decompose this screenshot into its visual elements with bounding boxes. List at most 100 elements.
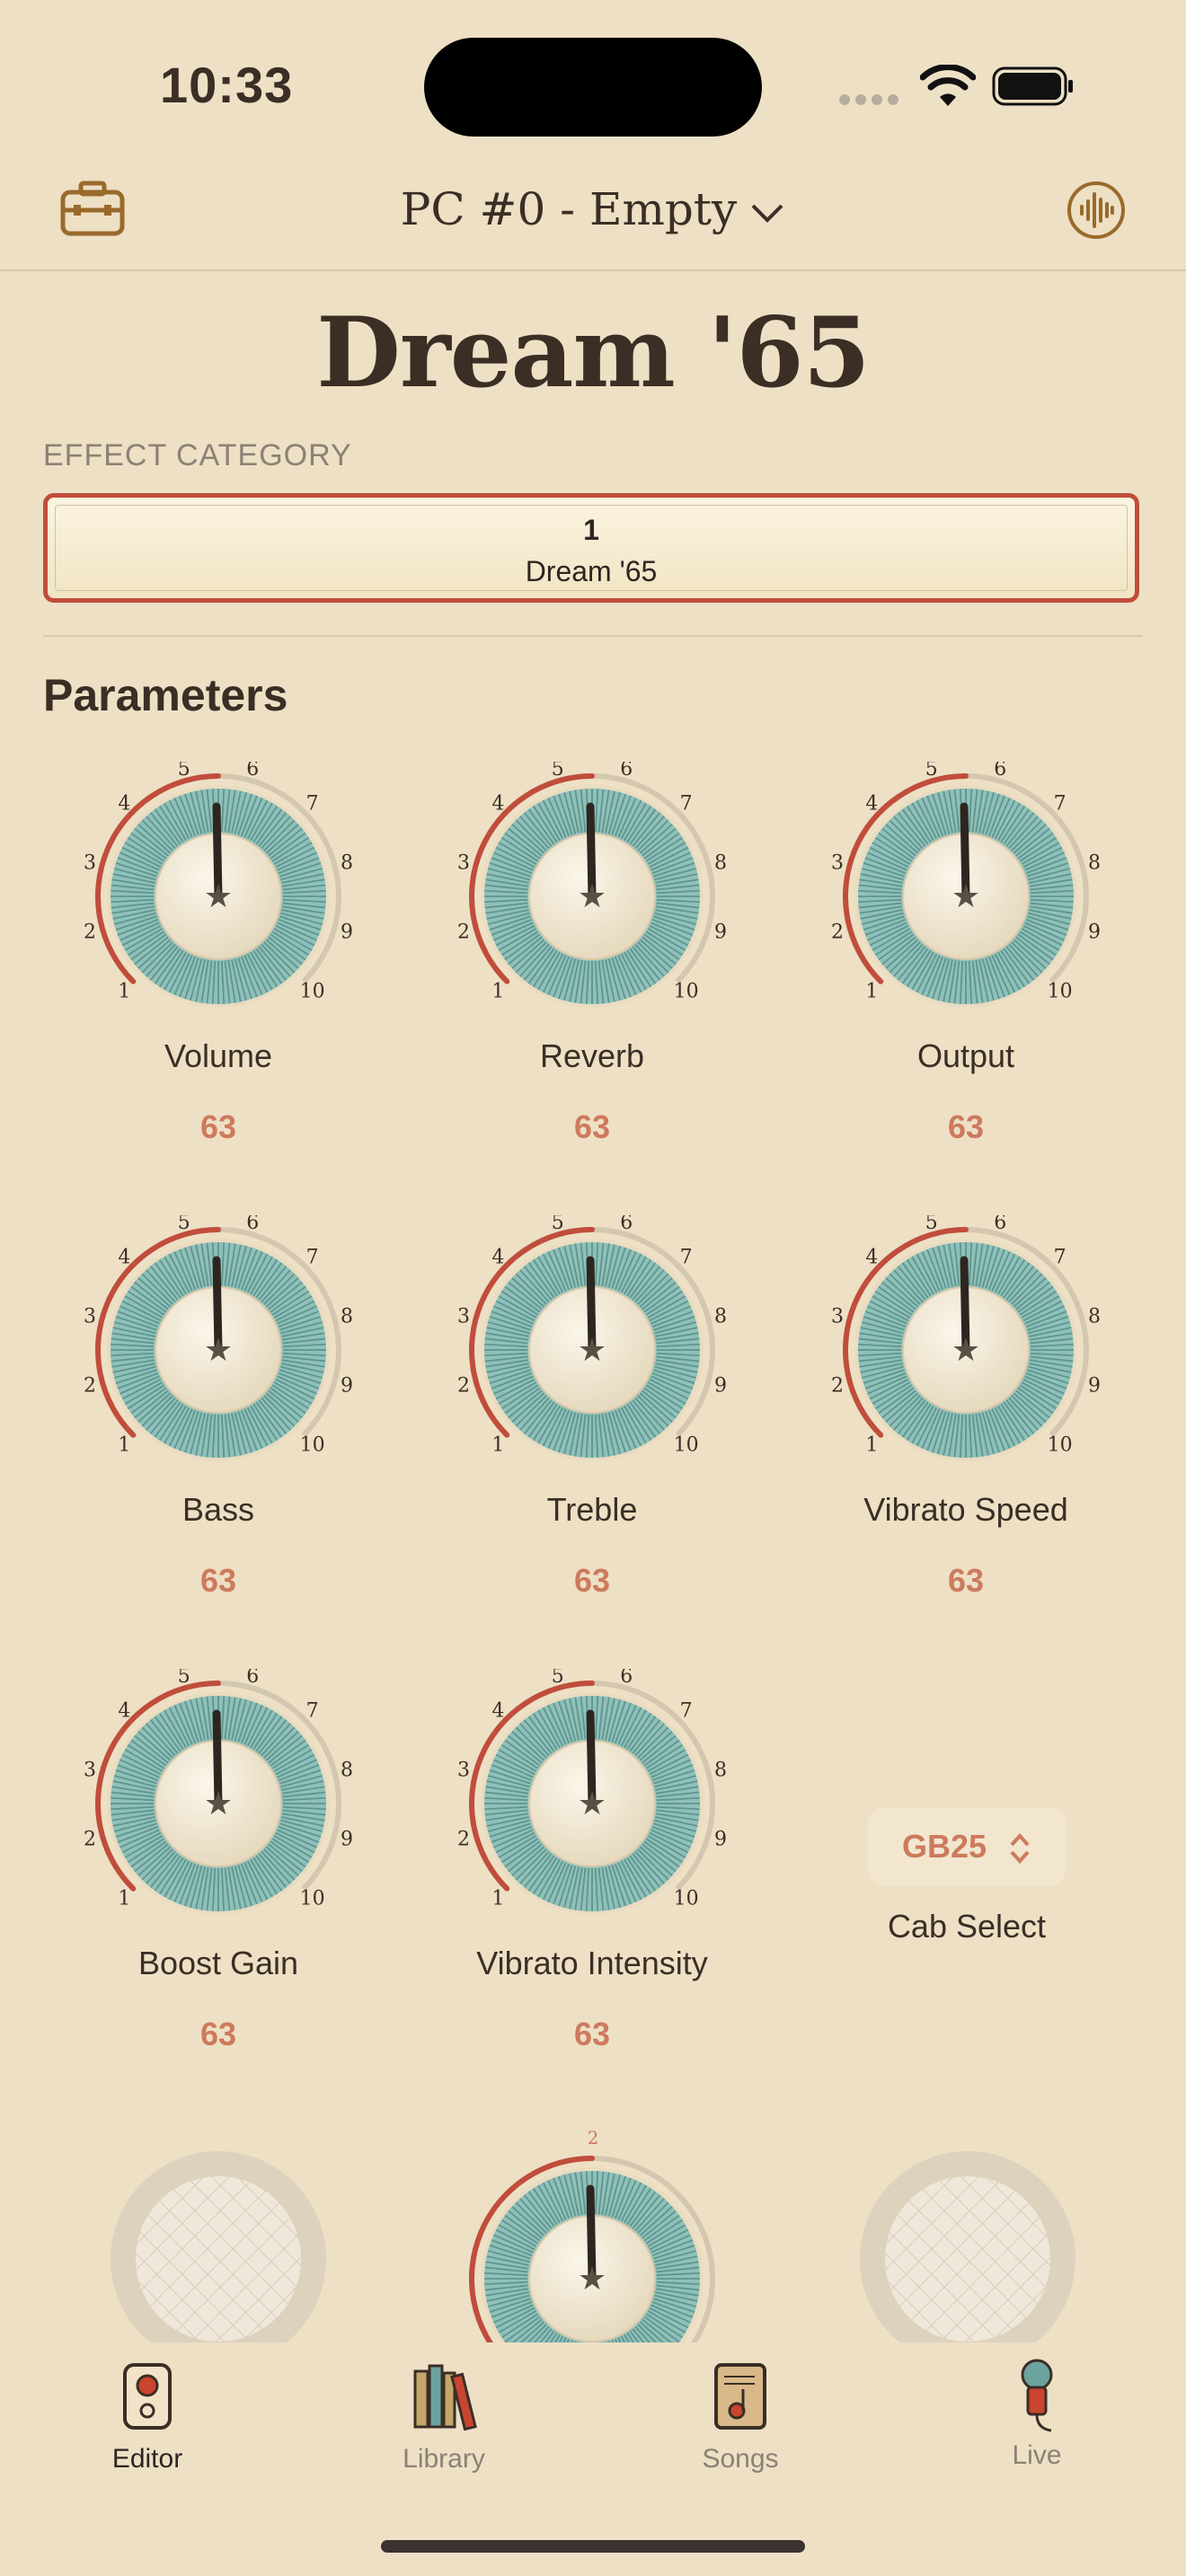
knob-scale-number: 5 bbox=[552, 1669, 564, 1688]
volume-knob[interactable]: ★ 1 2 3 4 5 6 7 8 9 10 bbox=[84, 762, 353, 1031]
knob-scale-number: 6 bbox=[620, 762, 633, 781]
preset-selector[interactable]: PC #0 - Empty bbox=[0, 183, 1186, 235]
knob-scale-number: 9 bbox=[1088, 1374, 1101, 1397]
knob-scale-number: 6 bbox=[994, 1215, 1006, 1234]
knob-scale-number: 6 bbox=[620, 1215, 633, 1234]
status-time: 10:33 bbox=[160, 57, 294, 113]
effect-category-selector[interactable]: 1 Dream '65 bbox=[43, 493, 1139, 603]
volume-value: 63 bbox=[199, 1108, 237, 1145]
svg-text:★: ★ bbox=[951, 1332, 980, 1369]
knob-scale-number: 4 bbox=[491, 1246, 504, 1268]
tab-editor-label: Editor bbox=[111, 2444, 183, 2474]
vibrato-intensity-knob[interactable]: ★ 1 2 3 4 5 6 7 8 9 10 bbox=[457, 1669, 727, 1938]
knob-scale-number: 4 bbox=[118, 1246, 130, 1268]
knob-scale-number: 1 bbox=[118, 1888, 130, 1910]
preset-title: PC #0 - Empty bbox=[400, 183, 738, 235]
knob-scale-number: 9 bbox=[1088, 921, 1101, 943]
tab-library[interactable]: Library bbox=[345, 2362, 543, 2475]
knob-scale-number: 10 bbox=[674, 981, 699, 1003]
knob-scale-number: 2 bbox=[831, 921, 844, 943]
knob-scale-number: 7 bbox=[680, 1699, 693, 1722]
output-knob[interactable]: ★ 1 2 3 4 5 6 7 8 9 10 bbox=[831, 762, 1101, 1031]
knob-scale-number: 3 bbox=[84, 852, 96, 875]
knob-scale-number: 9 bbox=[714, 1374, 727, 1397]
knob-scale-number: 4 bbox=[865, 1246, 878, 1268]
svg-text:★: ★ bbox=[578, 2261, 606, 2298]
battery-icon bbox=[992, 66, 1073, 106]
knob-scale-number: 10 bbox=[1048, 981, 1073, 1003]
knob-scale-number: 8 bbox=[1088, 1306, 1101, 1328]
boost-gain-knob[interactable]: ★ 1 2 3 4 5 6 7 8 9 10 bbox=[84, 1669, 353, 1938]
tab-live-label: Live bbox=[1012, 2440, 1062, 2470]
knob-scale-number: 1 bbox=[491, 981, 504, 1003]
amp-speaker-icon bbox=[123, 2363, 172, 2430]
knob-scale-number: 7 bbox=[306, 792, 319, 815]
knob-scale-number: 10 bbox=[300, 1434, 325, 1457]
speaker-grille-left[interactable] bbox=[106, 2147, 331, 2344]
song-sheet-icon bbox=[714, 2363, 766, 2430]
knob-scale-number: 3 bbox=[831, 1306, 844, 1328]
treble-knob[interactable]: ★ 1 2 3 4 5 6 7 8 9 10 bbox=[457, 1215, 727, 1485]
vibrato-speed-label: Vibrato Speed bbox=[863, 1491, 1068, 1528]
cab-select-value: GB25 bbox=[901, 1828, 987, 1865]
reverb-value: 63 bbox=[573, 1108, 611, 1145]
knob-scale-number: 4 bbox=[865, 792, 878, 815]
cellular-signal-icon bbox=[839, 93, 904, 110]
cab-select-picker[interactable]: GB25 bbox=[868, 1807, 1066, 1886]
knob-scale-number: 7 bbox=[306, 1699, 319, 1722]
knob-scale-number: 10 bbox=[1048, 1434, 1073, 1457]
knob-scale-number: 9 bbox=[341, 1828, 353, 1850]
knob-scale-number: 4 bbox=[491, 792, 504, 815]
knob-scale-number: 9 bbox=[714, 1828, 727, 1850]
knob-scale-number: 7 bbox=[306, 1246, 319, 1268]
section-divider bbox=[43, 635, 1143, 637]
knob-scale-number: 10 bbox=[674, 1888, 699, 1910]
knob-scale-number: 5 bbox=[552, 762, 564, 781]
boost-gain-label: Boost Gain bbox=[137, 1945, 299, 1981]
knob-scale-number: 4 bbox=[118, 792, 130, 815]
reverb-label: Reverb bbox=[539, 1037, 645, 1074]
knob-scale-number: 8 bbox=[1088, 852, 1101, 875]
svg-text:★: ★ bbox=[951, 878, 980, 915]
knob-scale-number: 9 bbox=[341, 921, 353, 943]
knob-scale-number: 8 bbox=[341, 852, 353, 875]
knob-scale-number: 2 bbox=[84, 921, 96, 943]
knob-scale-number: 10 bbox=[300, 981, 325, 1003]
knob-scale-number: 8 bbox=[714, 1760, 727, 1782]
knob-scale-number: 10 bbox=[674, 1434, 699, 1457]
effect-category-label: EFFECT CATEGORY bbox=[43, 438, 352, 472]
dynamic-island bbox=[424, 38, 762, 137]
navbar-divider bbox=[0, 269, 1186, 271]
speaker-grille-right[interactable] bbox=[855, 2147, 1080, 2344]
knob-scale-number: 6 bbox=[246, 762, 259, 781]
svg-text:★: ★ bbox=[204, 1332, 233, 1369]
audio-waveform-icon[interactable] bbox=[1066, 180, 1127, 241]
knob-scale-number: 1 bbox=[491, 1888, 504, 1910]
knob-scale-number: 2 bbox=[457, 921, 470, 943]
volume-label: Volume bbox=[164, 1037, 273, 1074]
knob-scale-number: 8 bbox=[714, 852, 727, 875]
home-indicator[interactable] bbox=[381, 2540, 805, 2553]
knob-scale-number: 5 bbox=[178, 1215, 190, 1234]
output-value: 63 bbox=[947, 1108, 985, 1145]
effect-category-number: 1 bbox=[583, 514, 599, 546]
knob-scale-number: 5 bbox=[925, 762, 938, 781]
svg-text:★: ★ bbox=[578, 1332, 606, 1369]
books-icon bbox=[413, 2364, 477, 2431]
output-label: Output bbox=[916, 1037, 1015, 1074]
knob-scale-number: 3 bbox=[84, 1760, 96, 1782]
reverb-knob[interactable]: ★ 1 2 3 4 5 6 7 8 9 10 bbox=[457, 762, 727, 1031]
knob-scale-number: 8 bbox=[341, 1760, 353, 1782]
bass-knob[interactable]: ★ 1 2 3 4 5 6 7 8 9 10 bbox=[84, 1215, 353, 1485]
knob-scale-number: 6 bbox=[246, 1215, 259, 1234]
knob-scale-number: 7 bbox=[1054, 1246, 1067, 1268]
vibrato-speed-knob[interactable]: ★ 1 2 3 4 5 6 7 8 9 10 bbox=[831, 1215, 1101, 1485]
knob-scale-number: 2 bbox=[457, 1374, 470, 1397]
tab-live[interactable]: Live bbox=[938, 2359, 1136, 2471]
knob-scale-number: 1 bbox=[118, 981, 130, 1003]
tab-editor[interactable]: Editor bbox=[49, 2362, 246, 2475]
svg-text:★: ★ bbox=[204, 878, 233, 915]
knob-scale-number: 7 bbox=[1054, 792, 1067, 815]
vibrato-speed-value: 63 bbox=[947, 1562, 985, 1599]
tab-songs[interactable]: Songs bbox=[642, 2362, 839, 2475]
